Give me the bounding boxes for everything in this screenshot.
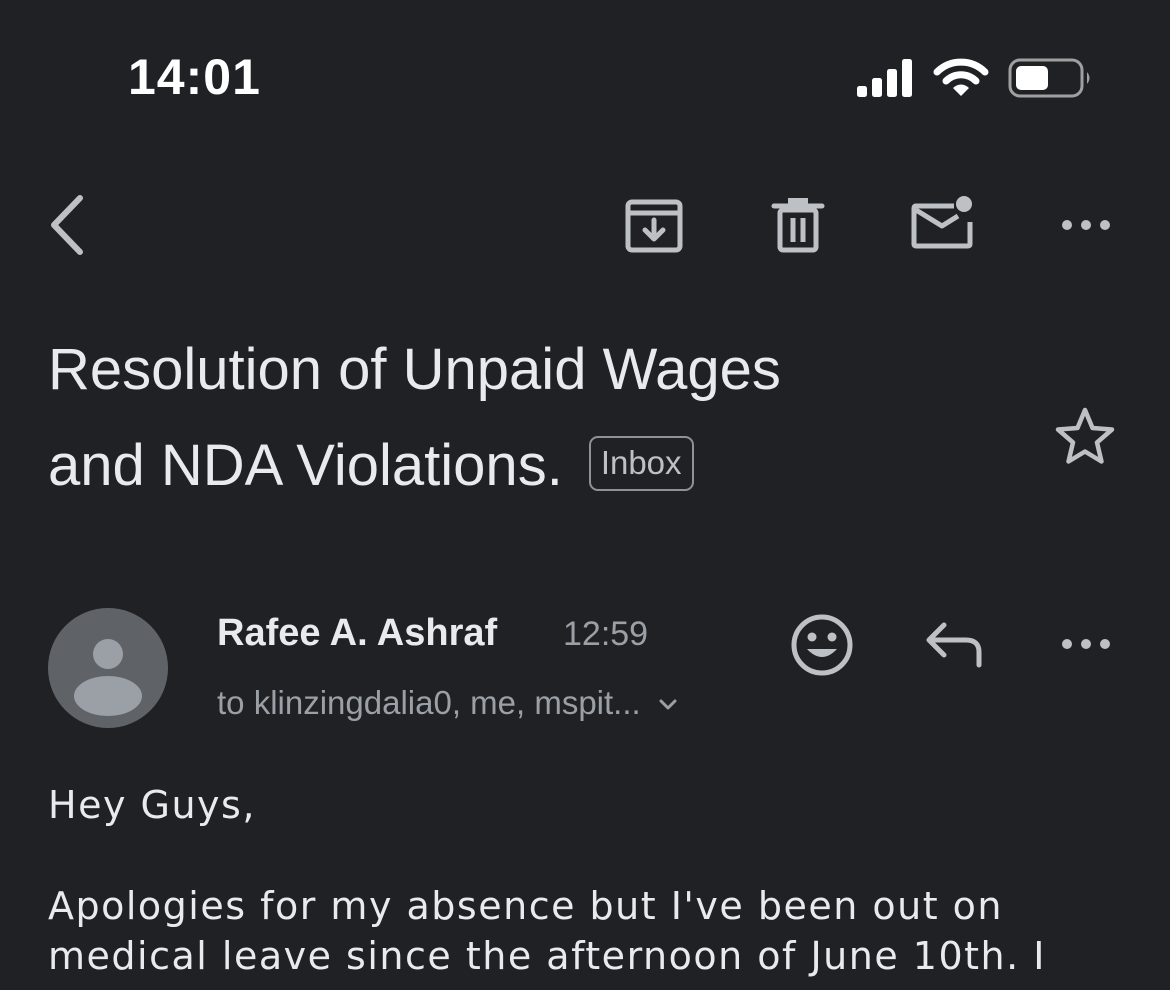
reply-icon[interactable]: [924, 619, 986, 669]
mark-unread-icon[interactable]: [910, 194, 976, 250]
trash-icon[interactable]: [770, 196, 826, 256]
emoji-reaction-icon[interactable]: [790, 613, 854, 677]
archive-icon[interactable]: [624, 196, 684, 256]
recipients-text: to klinzingdalia0, me, mspit...: [217, 684, 641, 721]
more-icon[interactable]: [1060, 214, 1112, 236]
body-line: medical leave since the afternoon of Jun…: [48, 934, 1047, 978]
back-icon[interactable]: [44, 192, 90, 258]
star-icon[interactable]: [1054, 406, 1116, 466]
chevron-down-icon: [659, 699, 677, 710]
sender-name[interactable]: Rafee A. Ashraf: [217, 612, 497, 655]
wifi-icon: [933, 58, 989, 98]
body-greeting: Hey Guys,: [48, 783, 256, 827]
inbox-label-badge[interactable]: Inbox: [588, 436, 694, 492]
sent-time: 12:59: [563, 615, 649, 653]
recipients-line[interactable]: to klinzingdalia0, me, mspit...: [217, 684, 678, 722]
email-subject-line2: and NDA Violations. Inbox: [48, 436, 694, 497]
signal-icon: [856, 58, 916, 98]
body-line: Apologies for my absence but I've been o…: [48, 884, 1004, 928]
avatar[interactable]: [48, 608, 168, 728]
person-icon: [74, 639, 142, 716]
email-subject-line1: Resolution of Unpaid Wages: [48, 337, 781, 402]
battery-icon: [1008, 58, 1094, 98]
message-more-icon[interactable]: [1060, 633, 1112, 655]
email-subject-text: and NDA Violations.: [48, 433, 563, 498]
status-time: 14:01: [128, 49, 261, 105]
